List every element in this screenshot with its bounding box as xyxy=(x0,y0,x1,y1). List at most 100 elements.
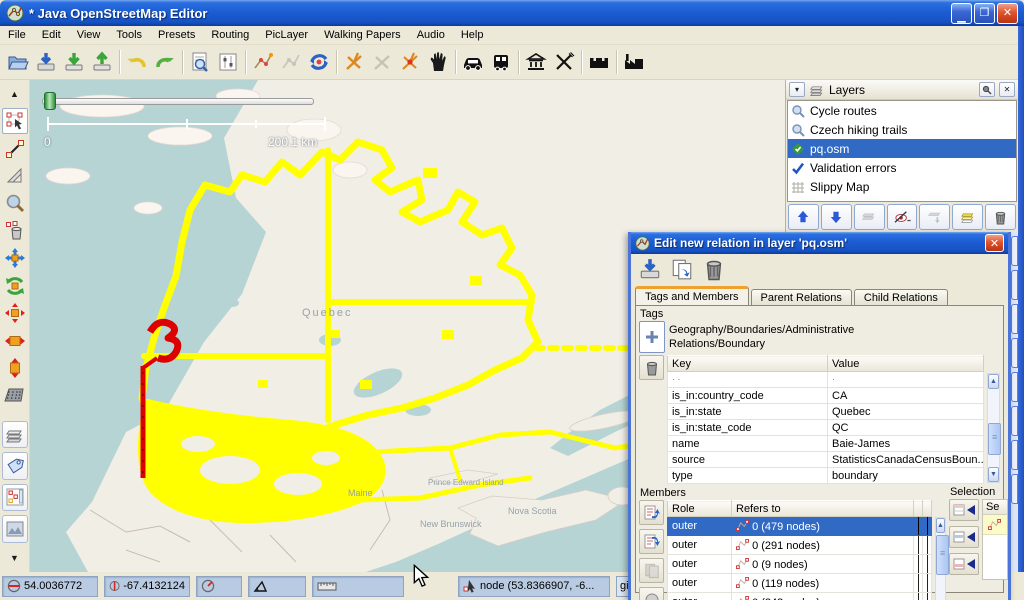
tab-child-relations[interactable]: Child Relations xyxy=(854,289,948,306)
tags-panel-toggle[interactable] xyxy=(2,452,28,479)
merge-ways-button[interactable] xyxy=(249,48,277,76)
move-layer-up-button[interactable] xyxy=(788,204,819,230)
window-titlebar[interactable]: * Java OpenStreetMap Editor ▁ ❐ ✕ xyxy=(0,0,1024,26)
member-copy-button[interactable] xyxy=(639,558,664,583)
add-selection-at-top-button[interactable] xyxy=(949,499,979,521)
table-row[interactable]: nameBaie-James xyxy=(668,436,984,452)
scroll-up-button[interactable]: ▲ xyxy=(936,518,945,533)
open-button[interactable] xyxy=(4,48,32,76)
merge-layers-button[interactable] xyxy=(854,204,885,230)
selection-table[interactable]: Se xyxy=(982,499,1008,580)
docked-panel-button[interactable] xyxy=(1011,236,1018,266)
member-extra-button[interactable] xyxy=(639,587,664,600)
zoom-slider-knob[interactable] xyxy=(44,92,56,110)
mirror-vertical-tool-button[interactable] xyxy=(2,355,28,380)
member-row[interactable]: outer 0 (479 nodes) xyxy=(668,517,932,536)
update-data-button[interactable] xyxy=(305,48,333,76)
imagery-panel-toggle[interactable] xyxy=(2,515,28,542)
scroll-track[interactable] xyxy=(988,389,999,467)
delete-tag-button[interactable] xyxy=(639,355,664,380)
layer-row-slippy-map[interactable]: Slippy Map xyxy=(788,177,1016,196)
table-row[interactable]: typeboundary xyxy=(668,468,984,484)
table-row[interactable]: is_in:country_codeCA xyxy=(668,388,984,404)
select-tool-button[interactable] xyxy=(2,108,28,133)
member-row[interactable]: outer 0 (291 nodes) xyxy=(668,536,932,555)
zoom-tool-button[interactable] xyxy=(2,191,28,216)
copy-button[interactable] xyxy=(669,256,695,282)
close-button[interactable]: ✕ xyxy=(997,3,1018,24)
add-selection-above-button[interactable] xyxy=(949,526,979,548)
maximize-button[interactable]: ❐ xyxy=(974,3,995,24)
members-header-refers-to[interactable]: Refers to xyxy=(732,501,914,517)
preset-restaurant-button[interactable] xyxy=(550,48,578,76)
layer-row-pq-osm[interactable]: pq.osm xyxy=(788,139,1016,158)
measure-tool-button[interactable] xyxy=(2,163,28,188)
menu-audio[interactable]: Audio xyxy=(409,27,453,43)
docked-panel-button[interactable] xyxy=(1011,406,1018,436)
toggle-dialogs-button[interactable] xyxy=(214,48,242,76)
redo-button[interactable] xyxy=(151,48,179,76)
docked-panel-button[interactable] xyxy=(1011,474,1018,504)
scroll-thumb[interactable] xyxy=(988,423,1001,455)
undo-button[interactable] xyxy=(123,48,151,76)
table-row[interactable]: sourceStatisticsCanadaCensusBoun... xyxy=(668,452,984,468)
dialog-close-button[interactable]: ✕ xyxy=(985,234,1004,252)
menu-view[interactable]: View xyxy=(69,27,109,43)
grid-tool-button[interactable] xyxy=(2,383,28,408)
preset-museum-button[interactable] xyxy=(522,48,550,76)
merge-down-button[interactable] xyxy=(919,204,950,230)
menu-presets[interactable]: Presets xyxy=(150,27,203,43)
panel-close-button[interactable]: ✕ xyxy=(999,82,1015,97)
scroll-track[interactable] xyxy=(936,533,945,600)
zoom-slider[interactable] xyxy=(42,92,314,110)
docked-panel-button[interactable] xyxy=(1011,338,1018,368)
member-move-down-button[interactable] xyxy=(639,529,664,554)
tab-parent-relations[interactable]: Parent Relations xyxy=(751,289,852,306)
duplicate-layer-button[interactable] xyxy=(952,204,983,230)
layer-row-cycle-routes[interactable]: Cycle routes xyxy=(788,101,1016,120)
save-button[interactable] xyxy=(32,48,60,76)
member-row[interactable]: outer 0 (119 nodes) xyxy=(668,574,932,593)
unglue-node-button[interactable] xyxy=(396,48,424,76)
preset-path[interactable]: Geography/Boundaries/Administrative Rela… xyxy=(669,321,854,353)
menu-edit[interactable]: Edit xyxy=(34,27,69,43)
add-selection-below-button[interactable] xyxy=(949,553,979,575)
move-layer-down-button[interactable] xyxy=(821,204,852,230)
member-row[interactable]: outer 0 (243 nodes) xyxy=(668,593,932,600)
apply-button[interactable] xyxy=(637,256,663,282)
scroll-thumb[interactable] xyxy=(936,535,949,575)
draw-node-tool-button[interactable] xyxy=(2,136,28,161)
scroll-up-button[interactable]: ▲ xyxy=(988,374,999,389)
preset-works-button[interactable] xyxy=(620,48,648,76)
menu-tools[interactable]: Tools xyxy=(108,27,150,43)
member-row[interactable]: outer 0 (9 nodes) xyxy=(668,555,932,574)
pan-button[interactable] xyxy=(424,48,452,76)
split-way-button[interactable] xyxy=(340,48,368,76)
relations-panel-toggle[interactable] xyxy=(2,484,28,511)
delete-tool-button[interactable] xyxy=(2,218,28,243)
upload-button[interactable] xyxy=(88,48,116,76)
menu-file[interactable]: File xyxy=(0,27,34,43)
members-table[interactable]: Role Refers to outer 0 (479 nodes) xyxy=(667,500,932,600)
members-header-role[interactable]: Role xyxy=(668,501,732,517)
add-tag-button[interactable] xyxy=(639,321,665,353)
layer-row-czech-hiking[interactable]: Czech hiking trails xyxy=(788,120,1016,139)
toggle-visibility-button[interactable] xyxy=(887,204,918,230)
table-row[interactable]: is_in:stateQuebec xyxy=(668,404,984,420)
rotate-tool-button[interactable] xyxy=(2,273,28,298)
search-presets-button[interactable] xyxy=(186,48,214,76)
download-button[interactable] xyxy=(60,48,88,76)
move-tool-button[interactable] xyxy=(2,246,28,271)
merge-ways-disabled-button[interactable] xyxy=(277,48,305,76)
panel-menu-button[interactable]: ▾ xyxy=(789,82,805,97)
tags-scrollbar[interactable]: ▲ ▼ xyxy=(987,373,1000,483)
preset-bus-button[interactable] xyxy=(487,48,515,76)
preset-castle-button[interactable] xyxy=(585,48,613,76)
tags-table[interactable]: Key Value · ·· is_in:country_codeCA is_i… xyxy=(667,355,984,484)
scale-tool-button[interactable] xyxy=(2,300,28,325)
layer-row-validation[interactable]: Validation errors xyxy=(788,158,1016,177)
tags-header-key[interactable]: Key xyxy=(668,356,828,372)
delete-button[interactable] xyxy=(701,256,727,282)
tab-tags-and-members[interactable]: Tags and Members xyxy=(635,286,749,305)
dialog-titlebar[interactable]: Edit new relation in layer 'pq.osm' ✕ xyxy=(631,232,1008,254)
